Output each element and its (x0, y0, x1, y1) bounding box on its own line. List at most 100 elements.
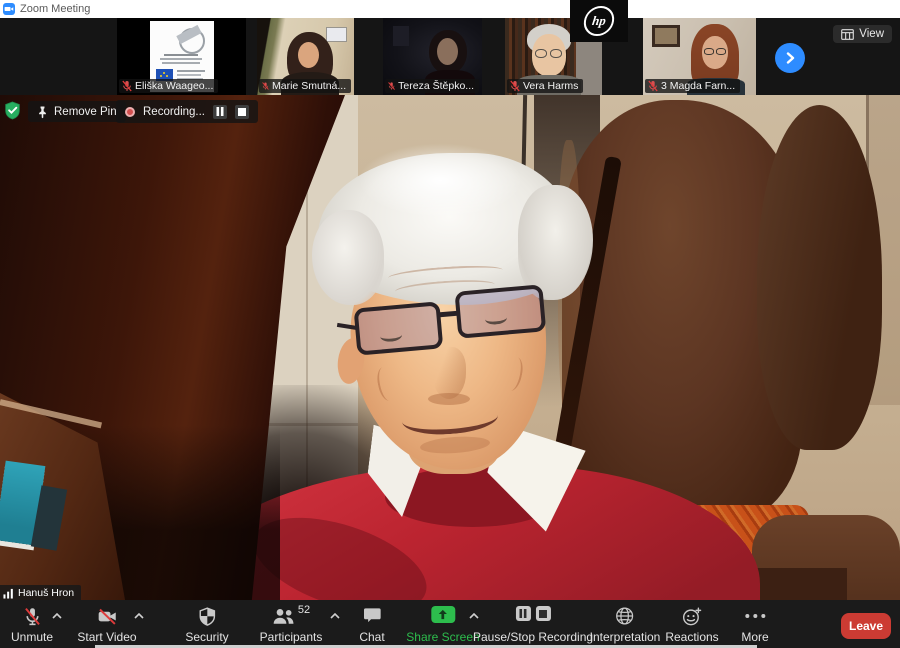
hair-left-tuft (312, 210, 384, 305)
pause-recording-icon[interactable] (515, 606, 530, 621)
muted-mic-icon (122, 80, 132, 92)
reactions-label: Reactions (665, 630, 718, 644)
window-titlebar: Zoom Meeting (0, 0, 900, 18)
participant-name-pill: Eliška Waageo... (119, 79, 218, 93)
glasses-left-lens (704, 48, 714, 55)
nose (432, 347, 466, 399)
participant-tile-magda[interactable]: 3 Magda Farn... (643, 18, 756, 95)
reactions-button[interactable]: Reactions (665, 606, 718, 644)
chevron-up-icon[interactable] (52, 613, 62, 619)
stop-recording-icon[interactable] (535, 606, 550, 621)
unmute-label: Unmute (11, 630, 53, 644)
glasses-right-lens (550, 49, 562, 58)
chat-button[interactable]: Chat (359, 606, 384, 644)
shield-icon (197, 606, 217, 627)
participants-icon (272, 606, 296, 626)
speaker-name: Hanuš Hron (18, 587, 74, 599)
grid-view-icon (841, 29, 854, 40)
participants-button[interactable]: 52 Participants (260, 606, 323, 644)
share-screen-label: Share Screen (406, 630, 479, 644)
person-face (298, 42, 319, 68)
person-face (437, 38, 458, 65)
recording-label: Recording... (143, 106, 205, 118)
more-button[interactable]: More (741, 606, 768, 644)
interpretation-button[interactable]: Interpretation (590, 606, 661, 644)
muted-mic-icon (388, 80, 395, 92)
participant-name-pill: 3 Magda Farn... (645, 79, 740, 93)
pause-stop-recording-label: Pause/Stop Recording (473, 630, 593, 644)
view-button[interactable]: View (833, 25, 892, 43)
hair-highlight (358, 143, 523, 218)
pause-icon (216, 107, 224, 116)
participants-label: Participants (260, 630, 323, 644)
main-video-hanus-hron[interactable]: Remove Pin Recording... Hanuš Hron (0, 95, 900, 600)
hair-right-tuft (518, 185, 593, 300)
glasses-bridge (438, 311, 458, 318)
logo-text-line (177, 70, 205, 72)
green-shield-check-icon (4, 101, 21, 120)
hp-logo: hp (582, 6, 616, 36)
chevron-up-icon[interactable] (330, 613, 340, 619)
pause-recording-button[interactable] (213, 105, 227, 119)
participant-name-pill: Marie Smutná... (259, 79, 351, 93)
glasses-right-lens (454, 284, 546, 338)
participant-name: Tereza Štěpko... (398, 80, 474, 92)
picture-frame (652, 25, 680, 47)
participant-tile-tereza[interactable]: Tereza Štěpko... (383, 18, 482, 95)
stop-icon (238, 108, 246, 116)
chat-bubble-icon (362, 606, 382, 625)
logo-text-line (162, 62, 200, 64)
wall-picture (326, 27, 347, 42)
muted-mic-icon (648, 80, 658, 92)
next-participants-button[interactable] (775, 43, 805, 73)
smiley-plus-icon (682, 606, 703, 627)
remove-pin-label: Remove Pin (54, 106, 117, 118)
security-shield-badge[interactable] (4, 101, 21, 125)
audio-level-icon (3, 588, 14, 599)
recording-dot-icon (125, 107, 135, 117)
chat-label: Chat (359, 630, 384, 644)
side-shelf (0, 375, 125, 600)
security-label: Security (185, 630, 228, 644)
participant-name: Marie Smutná... (272, 80, 346, 92)
participant-name: Eliška Waageo... (135, 80, 213, 92)
mic-muted-icon (22, 606, 43, 627)
logo-text-line (177, 74, 201, 76)
hp-logo-box: hp (570, 0, 628, 42)
glasses-left-lens (354, 301, 444, 355)
remove-pin-button[interactable]: Remove Pin (28, 101, 126, 122)
glasses-left-lens (535, 49, 547, 58)
chevron-up-icon[interactable] (134, 613, 144, 619)
meeting-toolbar: Unmute Start Video Security (0, 600, 900, 648)
more-label: More (741, 630, 768, 644)
interpretation-label: Interpretation (590, 630, 661, 644)
window-title: Zoom Meeting (20, 3, 90, 15)
start-video-button[interactable]: Start Video (77, 606, 136, 644)
zoom-meeting-window: Zoom Meeting Eliška Waageo... (0, 0, 900, 648)
participants-count: 52 (298, 604, 310, 616)
muted-mic-icon (262, 80, 269, 92)
participant-tile-eliska[interactable]: Eliška Waageo... (117, 18, 246, 95)
pin-icon (37, 105, 48, 119)
participant-name-pill: Tereza Štěpko... (385, 79, 479, 93)
leave-button[interactable]: Leave (841, 613, 891, 639)
zoom-app-icon (3, 3, 15, 15)
participant-name-pill: Vera Harms (507, 79, 583, 93)
logo-text-line (164, 54, 198, 56)
window-shape (393, 26, 409, 46)
share-screen-button[interactable]: Share Screen (406, 606, 479, 644)
muted-mic-icon (510, 80, 520, 92)
logo-text-line (160, 58, 202, 60)
globe-icon (615, 606, 635, 626)
chevron-right-icon (784, 52, 796, 64)
ellipsis-icon (744, 613, 766, 619)
participant-name: 3 Magda Farn... (661, 80, 735, 92)
security-button[interactable]: Security (185, 606, 228, 644)
unmute-button[interactable]: Unmute (11, 606, 53, 644)
participant-tile-marie[interactable]: Marie Smutná... (257, 18, 354, 95)
participant-name: Vera Harms (523, 80, 578, 92)
view-button-label: View (859, 28, 884, 40)
stop-recording-button[interactable] (235, 105, 249, 119)
video-muted-icon (95, 606, 119, 627)
pause-stop-recording-button[interactable]: Pause/Stop Recording (473, 606, 593, 644)
